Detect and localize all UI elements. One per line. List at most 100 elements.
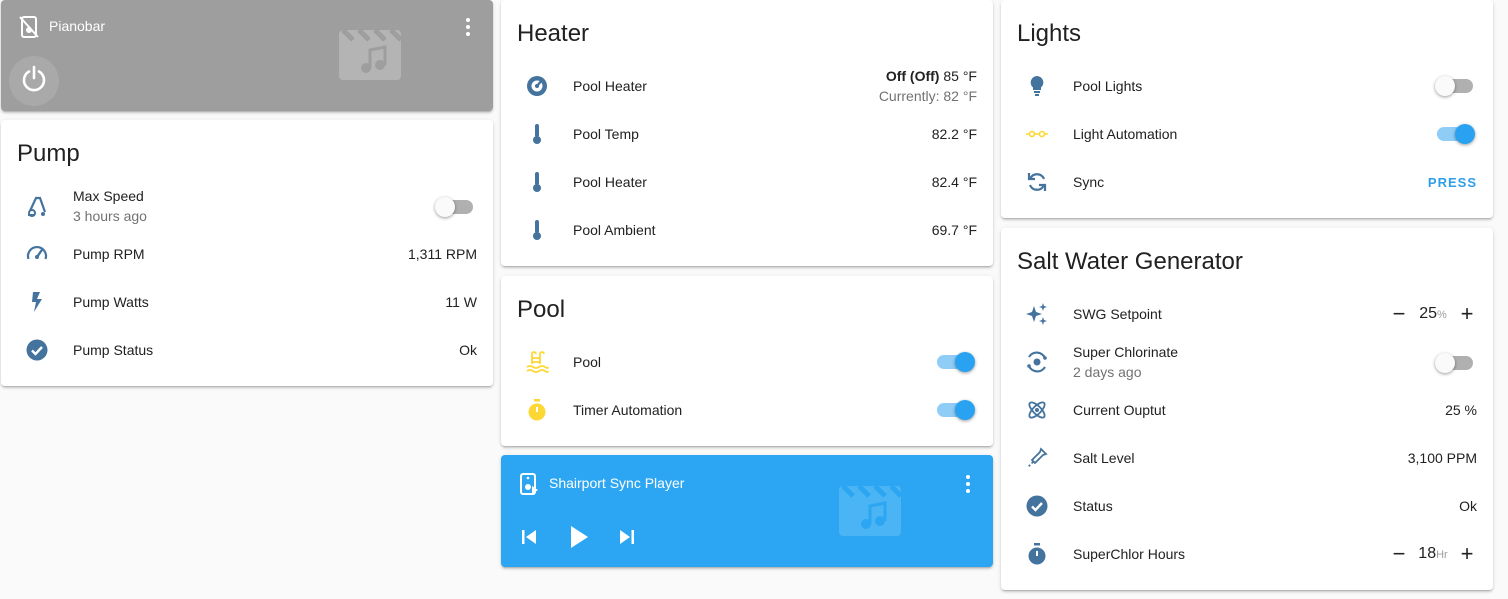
sync-press-button[interactable]: PRESS bbox=[1428, 175, 1477, 190]
card-title: Heater bbox=[517, 20, 590, 47]
entity-row-pump-watts: Pump Watts 11 W bbox=[1, 278, 493, 326]
lightbulb-icon bbox=[1021, 70, 1053, 102]
timer-icon bbox=[1021, 538, 1053, 570]
pool-lights-toggle[interactable] bbox=[1435, 76, 1473, 96]
entity-row-status: Status Ok bbox=[1001, 482, 1493, 530]
pool-card: Pool Pool Timer Automation bbox=[501, 276, 993, 446]
automation-icon bbox=[1021, 118, 1053, 150]
card-title: Lights bbox=[1017, 20, 1082, 47]
pool-icon bbox=[521, 346, 553, 378]
more-vert-icon[interactable] bbox=[965, 475, 971, 493]
entity-row-timer-automation[interactable]: Timer Automation bbox=[501, 386, 993, 434]
thermometer-icon bbox=[521, 166, 553, 198]
play-icon bbox=[568, 525, 590, 554]
entity-row-salt-level: Salt Level 3,100 PPM bbox=[1001, 434, 1493, 482]
entity-row-pool[interactable]: Pool bbox=[501, 338, 993, 386]
more-vert-icon[interactable] bbox=[465, 18, 471, 36]
heater-card: Heater Pool Heater Off (Off) 85 °F Curre… bbox=[501, 0, 993, 266]
lights-card: Lights Pool Lights Light Automation Sync… bbox=[1001, 0, 1493, 218]
entity-name: Timer Automation bbox=[573, 402, 683, 418]
check-circle-icon bbox=[1021, 490, 1053, 522]
entity-state: 3,100 PPM bbox=[1407, 450, 1477, 466]
hours-unit: Hr bbox=[1436, 549, 1448, 561]
vacuum-icon bbox=[21, 190, 53, 222]
decrement-button[interactable]: − bbox=[1387, 542, 1411, 566]
entity-name: Super Chlorinate bbox=[1073, 344, 1179, 360]
entity-name: Pool Ambient bbox=[573, 222, 656, 238]
entity-name: Pool Heater bbox=[573, 78, 647, 94]
entity-row-swg-setpoint: SWG Setpoint − 25% + bbox=[1001, 290, 1493, 338]
entity-state: 69.7 °F bbox=[931, 222, 977, 238]
entity-name: Pool bbox=[573, 354, 602, 370]
next-button[interactable] bbox=[613, 527, 641, 551]
hours-number: 18 bbox=[1418, 545, 1437, 562]
heater-mode: Off (Off) bbox=[885, 68, 940, 84]
max-speed-toggle[interactable] bbox=[435, 197, 473, 217]
speaker-play-icon bbox=[519, 473, 539, 495]
swg-setpoint-stepper: − 25% + bbox=[1387, 302, 1479, 326]
super-chlorinate-toggle[interactable] bbox=[1435, 353, 1473, 373]
entity-row-superchlor-hours: SuperChlor Hours − 18Hr + bbox=[1001, 530, 1493, 578]
movie-music-icon bbox=[339, 28, 403, 80]
skip-next-icon bbox=[618, 528, 636, 551]
movie-music-icon bbox=[839, 484, 903, 536]
power-button[interactable] bbox=[9, 56, 59, 106]
entity-row-pump-status: Pump Status Ok bbox=[1, 326, 493, 374]
entity-name: Current Ouptut bbox=[1073, 402, 1166, 418]
entity-name: Salt Level bbox=[1073, 450, 1135, 466]
swg-card: Salt Water Generator SWG Setpoint − 25% … bbox=[1001, 228, 1493, 590]
card-title: Pool bbox=[517, 296, 566, 323]
decrement-button[interactable]: − bbox=[1387, 302, 1411, 326]
pool-toggle[interactable] bbox=[937, 352, 975, 372]
power-icon bbox=[20, 65, 48, 98]
entity-name: Max Speed bbox=[73, 188, 144, 204]
media-title: Pianobar bbox=[49, 18, 106, 34]
entity-row-current-output: Current Ouptut 25 % bbox=[1001, 386, 1493, 434]
setpoint-value: 25% bbox=[1411, 305, 1455, 323]
setpoint-unit: % bbox=[1437, 309, 1447, 321]
entity-name: Light Automation bbox=[1073, 126, 1178, 142]
atom-variant-icon bbox=[1021, 346, 1053, 378]
previous-button[interactable] bbox=[515, 527, 543, 551]
pump-card: Pump Max Speed 3 hours ago Pump RPM 1,31… bbox=[1, 120, 493, 386]
card-title: Pump bbox=[17, 140, 80, 167]
entity-name: Pool Lights bbox=[1073, 78, 1143, 94]
last-changed: 3 hours ago bbox=[73, 208, 147, 224]
entity-row-max-speed[interactable]: Max Speed 3 hours ago bbox=[1, 182, 493, 230]
last-changed: 2 days ago bbox=[1073, 364, 1142, 380]
gauge-icon bbox=[21, 238, 53, 270]
entity-row-pool-temp: Pool Temp 82.2 °F bbox=[501, 110, 993, 158]
thermostat-icon bbox=[521, 70, 553, 102]
check-circle-icon bbox=[21, 334, 53, 366]
increment-button[interactable]: + bbox=[1455, 542, 1479, 566]
heater-state: Off (Off) 85 °F bbox=[886, 68, 977, 84]
entity-row-pool-lights[interactable]: Pool Lights bbox=[1001, 62, 1493, 110]
increment-button[interactable]: + bbox=[1455, 302, 1479, 326]
thermometer-icon bbox=[521, 214, 553, 246]
play-button[interactable] bbox=[563, 524, 595, 554]
entity-row-sync: Sync PRESS bbox=[1001, 158, 1493, 206]
entity-name: Pool Temp bbox=[573, 126, 639, 142]
entity-name: Status bbox=[1073, 498, 1113, 514]
entity-name: SWG Setpoint bbox=[1073, 306, 1162, 322]
pianobar-media-card: Pianobar bbox=[1, 0, 493, 111]
entity-state: 1,311 RPM bbox=[408, 246, 477, 262]
entity-row-light-automation[interactable]: Light Automation bbox=[1001, 110, 1493, 158]
timer-icon bbox=[521, 394, 553, 426]
card-title: Salt Water Generator bbox=[1017, 248, 1243, 275]
flash-icon bbox=[21, 286, 53, 318]
entity-row-pool-heater-climate[interactable]: Pool Heater Off (Off) 85 °F Currently: 8… bbox=[501, 62, 993, 110]
entity-state: 11 W bbox=[445, 294, 477, 310]
entity-name: Pool Heater bbox=[573, 174, 647, 190]
light-automation-toggle[interactable] bbox=[1437, 124, 1475, 144]
entity-row-super-chlorinate[interactable]: Super Chlorinate 2 days ago bbox=[1001, 338, 1493, 386]
superchlor-hours-stepper: − 18Hr + bbox=[1387, 542, 1479, 566]
sync-icon bbox=[1021, 166, 1053, 198]
entity-name: Pump Watts bbox=[73, 294, 149, 310]
entity-name: SuperChlor Hours bbox=[1073, 546, 1186, 562]
timer-automation-toggle[interactable] bbox=[937, 400, 975, 420]
entity-row-pump-rpm: Pump RPM 1,311 RPM bbox=[1, 230, 493, 278]
media-title: Shairport Sync Player bbox=[549, 475, 685, 491]
thermometer-icon bbox=[521, 118, 553, 150]
entity-row-pool-ambient: Pool Ambient 69.7 °F bbox=[501, 206, 993, 254]
